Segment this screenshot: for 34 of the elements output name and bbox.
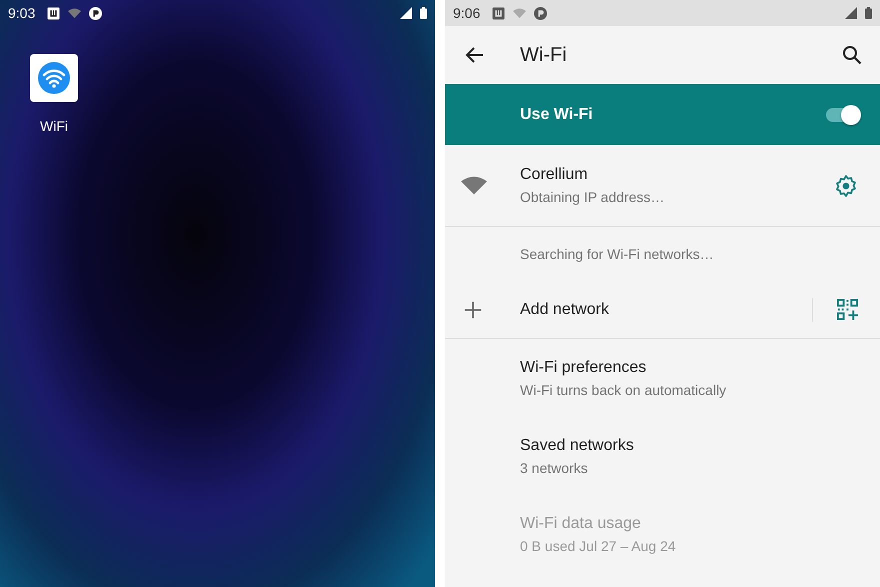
network-row[interactable]: Corellium Obtaining IP address… [445, 145, 880, 227]
preference-summary: Wi-Fi turns back on automatically [520, 382, 728, 398]
preference-item[interactable]: Saved networks 3 networks [445, 417, 880, 495]
preference-title: Wi-Fi preferences [520, 358, 648, 376]
preference-item[interactable]: Wi-Fi preferences Wi-Fi turns back on automatically [445, 339, 880, 417]
use-wifi-label: Use Wi-Fi [520, 106, 594, 124]
preference-summary: 0 B used Jul 27 – Aug 24 [520, 538, 677, 554]
signal-icon [400, 7, 412, 19]
circle-letter-icon [89, 6, 102, 20]
notification-icon [47, 6, 60, 20]
circle-letter-icon [534, 6, 548, 20]
wifi-app-icon [30, 54, 78, 102]
app-shortcut[interactable]: WiFi [26, 54, 82, 134]
settings-icon[interactable] [834, 174, 858, 198]
search-icon[interactable] [840, 43, 864, 67]
add-network-label[interactable]: Add network [520, 300, 812, 318]
network-name: Corellium [520, 166, 589, 184]
status-time: 9:06 [453, 5, 480, 21]
notification-icon [492, 6, 506, 20]
scan-status: Searching for Wi-Fi networks… [520, 246, 714, 262]
page-title: Wi-Fi [520, 44, 568, 66]
signal-icon [845, 7, 857, 19]
qr-code-icon[interactable] [837, 299, 858, 320]
use-wifi-bar[interactable]: Use Wi-Fi [445, 84, 880, 145]
status-time: 9:03 [8, 5, 36, 21]
preference-title: Wi-Fi data usage [520, 514, 642, 532]
plus-icon[interactable] [464, 300, 482, 318]
battery-icon [420, 7, 427, 19]
network-status: Obtaining IP address… [520, 189, 666, 205]
toggle-switch[interactable] [826, 108, 860, 122]
preference-summary: 3 networks [520, 460, 589, 476]
preference-title: Saved networks [520, 436, 635, 454]
battery-icon [865, 7, 872, 19]
wifi-signal-icon [461, 176, 487, 196]
